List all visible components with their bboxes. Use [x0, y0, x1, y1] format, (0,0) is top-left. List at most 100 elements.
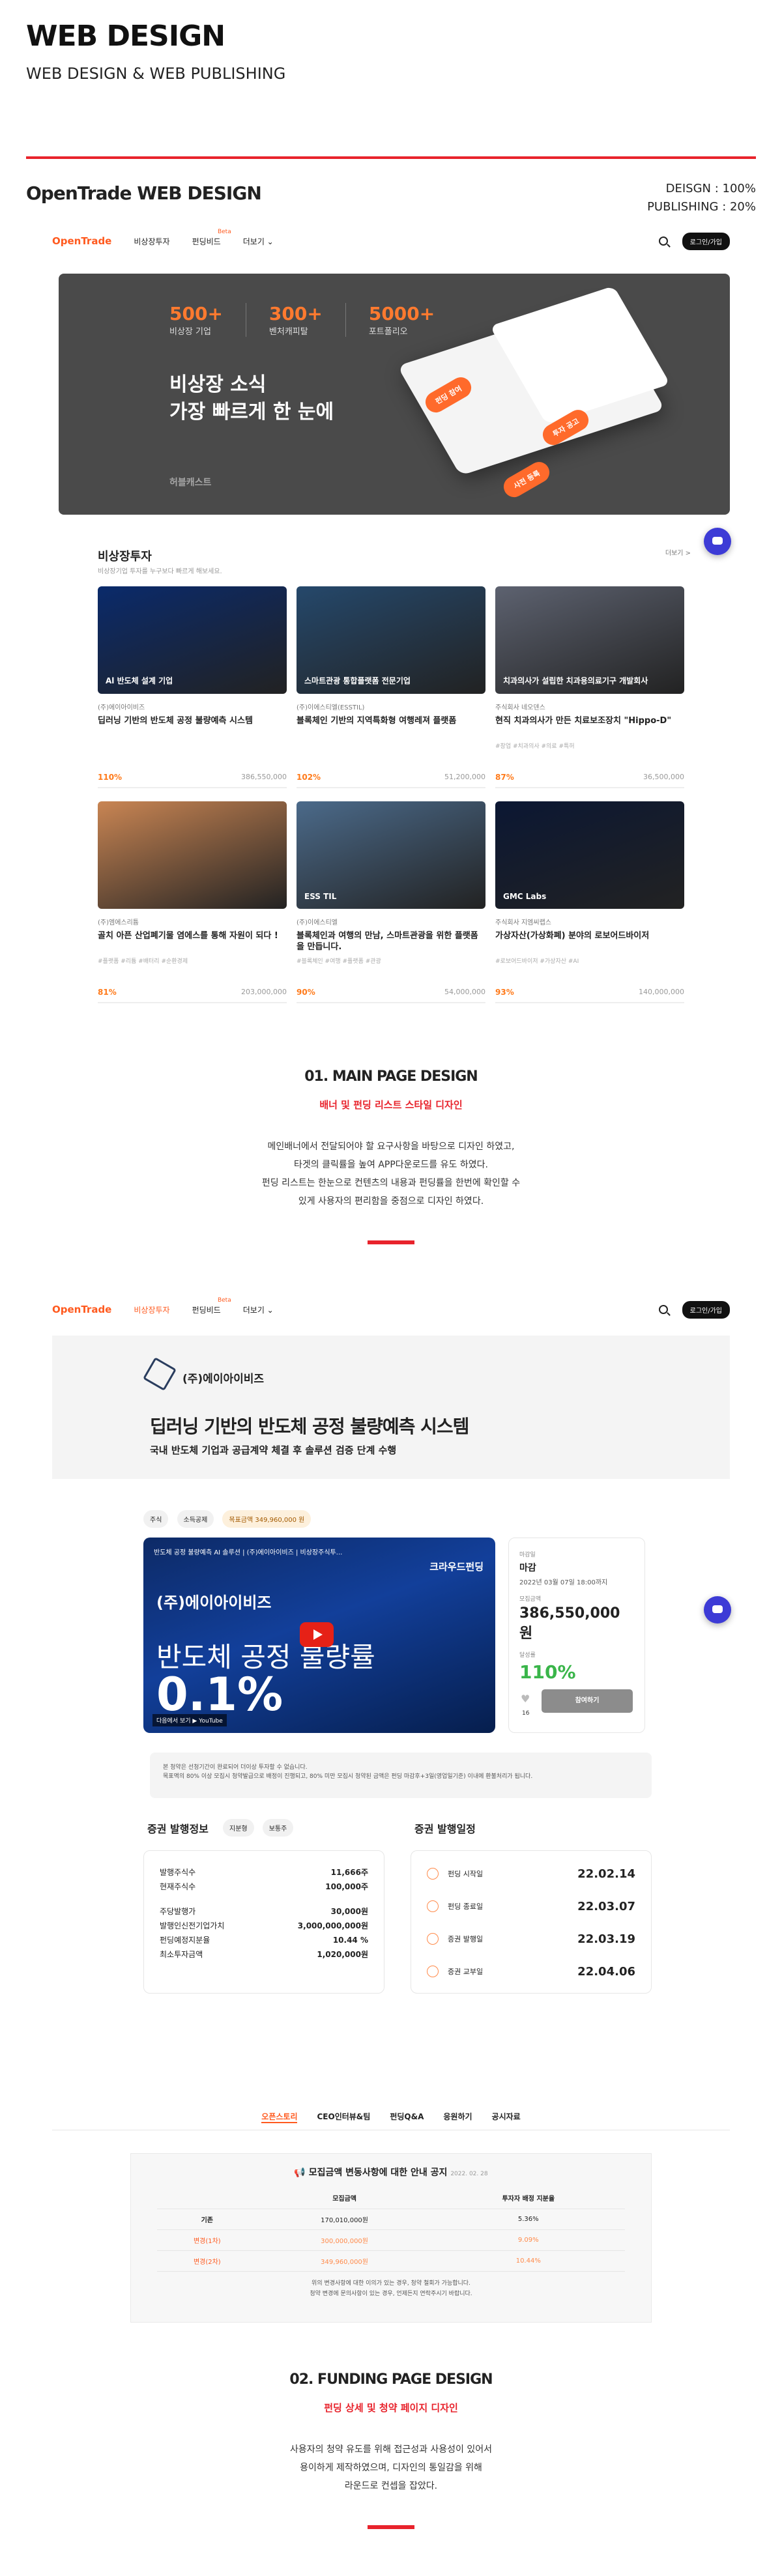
nav-item-fundingbid[interactable]: 펀딩비드 Beta	[192, 1297, 231, 1315]
info-value: 30,000원	[330, 1907, 368, 1916]
card-footer: 102% 51,200,000	[297, 773, 485, 788]
nav-item-invest[interactable]: 비상장투자	[134, 1304, 169, 1315]
tab-disclosure[interactable]: 공시자료	[492, 2111, 521, 2123]
funding-card[interactable]: 스마트관광 통합플랫폼 전문기업 (주)이에스티엘(ESSTIL) 블록체인 기…	[297, 586, 485, 801]
schedule-date: 22.03.07	[577, 1899, 635, 1913]
calendar-icon	[427, 1966, 439, 1977]
info-label: 최소투자금액	[160, 1950, 203, 1959]
stat-label: 포트폴리오	[368, 327, 408, 337]
funding-card[interactable]: 치과의사가 설립한 치과용의료기구 개발회사 주식회사 네오덴스 현직 치과의사…	[495, 586, 684, 801]
detail-tabs: 오픈스토리 CEO인터뷰&팀 펀딩Q&A 응원하기 공시자료	[52, 2111, 730, 2130]
funding-card[interactable]: (주)엠에스리튬 골치 아픈 산업폐기물 염에스를 통해 자원이 되다 ! #플…	[98, 801, 287, 1016]
issue-chips: 지분형 보통주	[223, 1819, 298, 1837]
amount-label: 모집금액	[519, 1596, 542, 1603]
company-name: (주)에이아이비즈	[182, 1373, 265, 1386]
stat: 500+ 비상장 기업	[169, 303, 246, 337]
youtube-link[interactable]: 다음에서 보기 ▶ YouTube	[152, 1714, 227, 1726]
search-icon[interactable]	[658, 236, 668, 246]
table-note-line: 청약 변경에 문의사항이 있는 경우, 언제든지 연락주시기 바랍니다.	[310, 2290, 472, 2297]
participate-button[interactable]: 참여하기	[542, 1689, 633, 1713]
description-text: 메인배너에서 전달되어야 할 요구사항을 바탕으로 디자인 하였고, 타겟의 클…	[0, 1138, 782, 1210]
description-line: 펀딩 리스트는 한눈으로 컨텐츠의 내용과 펀딩률을 한번에 확인할 수	[261, 1178, 521, 1188]
amount-value: 386,550,000 원	[519, 1605, 620, 1642]
funding-card[interactable]: Al 반도체 설계 기업 (주)에이아이비즈 딥러닝 기반의 반도체 공정 불량…	[98, 586, 287, 801]
table-note-line: 위의 변경사항에 대한 이의가 있는 경우, 청약 철회가 가능합니다.	[311, 2280, 471, 2287]
notice-title: 📢 모집금액 변동사항에 대한 안내 공지 2022. 02. 28	[157, 2166, 625, 2179]
nav-item-invest[interactable]: 비상장투자	[134, 236, 169, 247]
play-icon[interactable]	[300, 1622, 334, 1647]
schedule-title: 증권 발행일정	[414, 1823, 476, 1835]
notice-date: 2022. 02. 28	[450, 2171, 488, 2177]
card-tags: #블록체인 #여행 #플랫폼 #관광	[297, 958, 381, 965]
schedule-row: 펀딩 종료일 22.03.07	[427, 1890, 635, 1923]
card-footer: 87% 36,500,000	[495, 773, 684, 788]
section-title: 비상장투자	[98, 550, 152, 564]
card-thumbnail: Al 반도체 설계 기업	[98, 586, 287, 694]
tab-qna[interactable]: 펀딩Q&A	[390, 2111, 424, 2123]
tab-ceo-interview[interactable]: CEO인터뷰&팀	[317, 2111, 370, 2123]
hero-title: 비상장 소식 가장 빠르게 한 눈에	[169, 371, 334, 426]
portfolio-page: WEB DESIGN WEB DESIGN & WEB PUBLISHING O…	[0, 0, 782, 2576]
video-brand: (주)에이아이비즈	[156, 1594, 272, 1612]
funding-card[interactable]: GMC Labs 주식회사 지엠씨랩스 가상자산(가상화폐) 분야의 로보어드바…	[495, 801, 684, 1016]
header-cell: 모집금액	[257, 2188, 432, 2209]
project-meta: DEISGN : 100% PUBLISHING : 20%	[647, 180, 756, 216]
stat-label: 벤처캐피탈	[268, 327, 308, 337]
deadline-value: 마감	[519, 1563, 536, 1573]
info-label: 발행주식수	[160, 1868, 196, 1877]
chat-icon[interactable]	[704, 528, 731, 555]
card-title: 가상자산(가상화폐) 분야의 로보어드바이저	[495, 931, 650, 941]
issue-info-title: 증권 발행정보	[147, 1823, 209, 1835]
info-row: 펀딩예정지분율 10.44 %	[160, 1933, 368, 1947]
top-nav: OpenTrade 비상장투자 펀딩비드 Beta 더보기 ⌄ 로그인/가입	[52, 1290, 730, 1329]
company-banner: (주)에이아이비즈 딥러닝 기반의 반도체 공정 불량예측 시스템 국내 반도체…	[52, 1336, 730, 1479]
more-link[interactable]: 더보기 >	[665, 547, 691, 557]
like-count: 16	[522, 1710, 530, 1717]
megaphone-icon: 📢	[294, 2168, 309, 2178]
calendar-icon	[427, 1933, 439, 1945]
info-label: 주당발행가	[160, 1907, 196, 1916]
card-percent: 87%	[495, 773, 514, 782]
page-subtitle: WEB DESIGN & WEB PUBLISHING	[26, 64, 286, 83]
hero-pill: 사전 등록	[500, 458, 554, 501]
description-text: 사용자의 청약 유도를 위해 접근성과 사용성이 있어서 용이하게 제작하였으며…	[0, 2440, 782, 2495]
card-percent: 93%	[495, 988, 514, 997]
login-button[interactable]: 로그인/가입	[682, 1300, 730, 1319]
nav-item-fundingbid[interactable]: 펀딩비드 Beta	[192, 229, 231, 247]
table-cell: 5.36%	[431, 2209, 625, 2230]
tab-open-story[interactable]: 오픈스토리	[261, 2111, 298, 2123]
funding-chips: 주식 소득공제 목표금액 349,960,000 원	[143, 1510, 316, 1528]
card-title: 블록체인 기반의 지역특화형 여행레져 플랫폼	[297, 716, 457, 726]
card-amount: 203,000,000	[241, 988, 287, 996]
table-cell: 300,000,000원	[257, 2229, 432, 2251]
hero-banner[interactable]: 500+ 비상장 기업 300+ 벤처캐피탈 5000+ 포트폴리오 비상장 소식 가…	[59, 274, 730, 515]
table-note: 위의 변경사항에 대한 이의가 있는 경우, 청약 철회가 가능합니다. 청약 …	[157, 2278, 625, 2299]
logo[interactable]: OpenTrade	[52, 1304, 111, 1315]
nav-item-more[interactable]: 더보기 ⌄	[243, 1304, 274, 1315]
deadline-date: 2022년 03월 07일 18:00까지	[519, 1579, 608, 1586]
card-percent: 90%	[297, 988, 315, 997]
description-line: 용이하게 제작하였으며, 디자인의 통일감을 위해	[300, 2463, 482, 2473]
heart-icon[interactable]: ♥	[521, 1693, 530, 1705]
hero-stats: 500+ 비상장 기업 300+ 벤처캐피탈 5000+ 포트폴리오	[169, 303, 457, 337]
chat-icon[interactable]	[704, 1596, 731, 1624]
logo[interactable]: OpenTrade	[52, 235, 111, 247]
funding-summary: 마감일 마감 2022년 03월 07일 18:00까지 모집금액 386,55…	[508, 1538, 645, 1733]
stat: 5000+ 포트폴리오	[345, 303, 457, 337]
info-row: 발행인신전기업가치 3,000,000,000원	[160, 1919, 368, 1933]
card-amount: 36,500,000	[643, 773, 684, 781]
card-percent: 81%	[98, 988, 117, 997]
video-player[interactable]: 반도체 공정 불량예측 AI 솔루션 | (주)에이아이비즈 | 비상장주식투.…	[143, 1538, 495, 1733]
search-icon[interactable]	[658, 1305, 668, 1314]
login-button[interactable]: 로그인/가입	[682, 232, 730, 250]
nav-item-more[interactable]: 더보기 ⌄	[243, 236, 274, 247]
portfolio-header: WEB DESIGN WEB DESIGN & WEB PUBLISHING	[26, 20, 285, 83]
calendar-icon	[427, 1900, 439, 1912]
accent-bar	[368, 1240, 414, 1244]
card-footer: 81% 203,000,000	[98, 988, 287, 1003]
target-amount-chip: 목표금액 349,960,000 원	[222, 1510, 311, 1528]
tab-cheer[interactable]: 응원하기	[443, 2111, 472, 2123]
card-footer: 90% 54,000,000	[297, 988, 485, 1003]
table-cell: 170,010,000원	[257, 2209, 432, 2230]
funding-card[interactable]: ESS TIL (주)이에스티엘 블록체인과 여행의 만남, 스마트관광을 위한…	[297, 801, 485, 1016]
